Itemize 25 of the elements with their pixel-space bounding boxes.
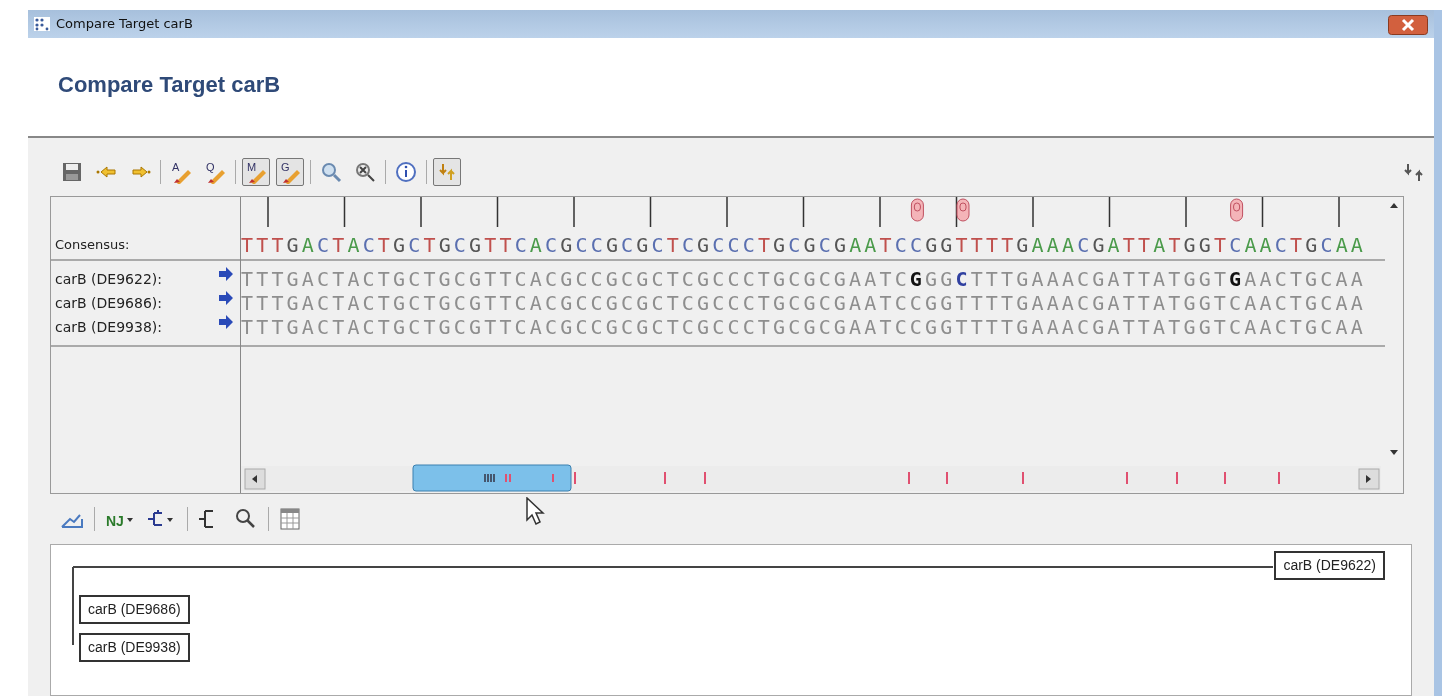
scroll-down-icon[interactable] (1389, 449, 1399, 457)
sequence-label: carB (DE9622): (55, 270, 162, 289)
app-icon (34, 17, 50, 31)
mouse-pointer-icon (525, 497, 547, 525)
window-title: Compare Target carB (56, 15, 193, 34)
sequence-text: TTTGACTACTGCTGCGTTCACGCCGCGCTCGCCCTGCGCGAATCCGGTTTTGAAACGATTATGGTCAACTGCAA (241, 291, 1367, 315)
variant-marker-icon[interactable] (1230, 198, 1244, 222)
close-button[interactable] (1388, 12, 1428, 36)
page-title: Compare Target carB (58, 71, 282, 99)
scroll-up-icon[interactable] (1389, 201, 1399, 209)
scroll-thumb[interactable] (412, 464, 572, 492)
sequence-label: Consensus: (54, 236, 131, 254)
variant-marker-icon[interactable] (956, 198, 970, 222)
scroll-right-button[interactable] (1358, 468, 1380, 490)
sequence-label: carB (DE9938): (55, 318, 162, 337)
sequence-text: TTTGACTACTGCTGCGTTCACGCCGCGCTCGCCCTGCGCGAATCCGGTTTTGAAACGATTATGGTCAACTGCAA (241, 315, 1367, 339)
variant-marker-icon[interactable] (910, 198, 924, 222)
tree-leaf-label[interactable]: carB (DE9686) (79, 595, 190, 624)
scroll-left-button[interactable] (244, 468, 266, 490)
tree-leaf-label[interactable]: carB (DE9622) (1274, 551, 1385, 580)
arrow-icon[interactable] (218, 291, 234, 305)
tree-leaf-label[interactable]: carB (DE9938) (79, 633, 190, 662)
sequence-label: carB (DE9686): (55, 294, 162, 313)
arrow-icon[interactable] (218, 267, 234, 281)
arrow-icon[interactable] (218, 315, 234, 329)
